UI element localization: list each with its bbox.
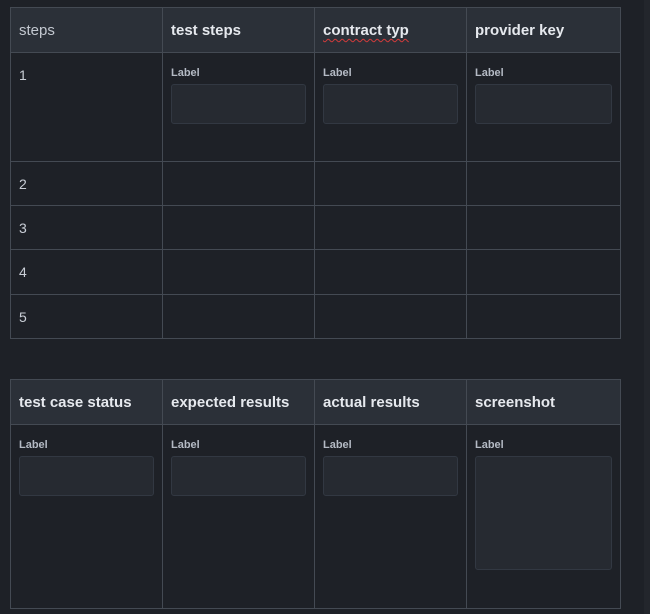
- empty-cell: [466, 249, 621, 295]
- contract-type-input[interactable]: [323, 84, 458, 124]
- screenshot-input[interactable]: [475, 456, 612, 570]
- empty-cell: [314, 205, 467, 250]
- row-number: 3: [19, 220, 27, 236]
- empty-cell: [466, 205, 621, 250]
- table-row: 1 Label Label Label: [10, 52, 621, 162]
- row-number: 4: [19, 264, 27, 280]
- header-test-case-status: test case status: [10, 379, 163, 425]
- empty-cell: [466, 294, 621, 339]
- empty-cell: [466, 161, 621, 206]
- header-contract-type-text: contract typ: [323, 22, 409, 39]
- header-actual-results: actual results: [314, 379, 467, 425]
- actual-results-input[interactable]: [323, 456, 458, 496]
- table-row: Label Label Label Label: [10, 424, 621, 609]
- empty-cell: [162, 205, 315, 250]
- test-steps-input[interactable]: [171, 84, 306, 124]
- results-table: test case status expected results actual…: [10, 379, 621, 609]
- header-test-steps: test steps: [162, 7, 315, 53]
- test-steps-field-label: Label: [171, 67, 200, 79]
- table-row: 5: [10, 294, 621, 339]
- empty-cell: [162, 294, 315, 339]
- empty-cell: [162, 249, 315, 295]
- provider-key-field-label: Label: [475, 67, 504, 79]
- row-number: 2: [19, 176, 27, 192]
- expected-results-field-label: Label: [171, 439, 200, 451]
- actual-results-field-label: Label: [323, 439, 352, 451]
- screenshot-field-label: Label: [475, 439, 504, 451]
- empty-cell: [314, 249, 467, 295]
- row-number: 1: [19, 67, 27, 83]
- table-row: 3: [10, 205, 621, 250]
- header-provider-key: provider key: [466, 7, 621, 53]
- test-case-status-field-label: Label: [19, 439, 48, 451]
- header-screenshot: screenshot: [466, 379, 621, 425]
- provider-key-input[interactable]: [475, 84, 612, 124]
- empty-cell: [314, 161, 467, 206]
- row-number: 5: [19, 309, 27, 325]
- test-case-status-input[interactable]: [19, 456, 154, 496]
- table-row: 4: [10, 249, 621, 295]
- header-expected-results: expected results: [162, 379, 315, 425]
- header-steps: steps: [10, 7, 163, 53]
- header-contract-type: contract typ: [314, 7, 467, 53]
- table-row: 2: [10, 161, 621, 206]
- empty-cell: [314, 294, 467, 339]
- contract-type-field-label: Label: [323, 67, 352, 79]
- steps-table: steps test steps contract typ provider k…: [10, 7, 621, 339]
- scrollbar-track[interactable]: [644, 0, 650, 614]
- expected-results-input[interactable]: [171, 456, 306, 496]
- empty-cell: [162, 161, 315, 206]
